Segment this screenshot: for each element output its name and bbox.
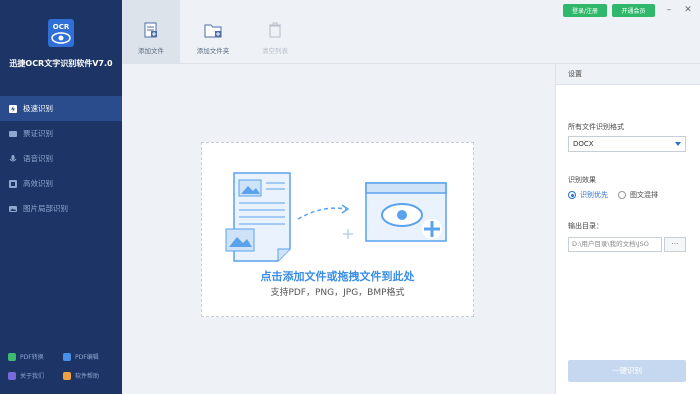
sidebar-nav: 极速识别 票证识别 语音识别 高效识别 图片局部识别 bbox=[0, 96, 122, 221]
browse-button[interactable]: ··· bbox=[664, 237, 686, 252]
trash-icon bbox=[268, 22, 282, 40]
login-button[interactable]: 登录/注册 bbox=[563, 4, 607, 17]
pdf-edit-icon bbox=[63, 352, 71, 361]
effect-option-mixed-layout[interactable]: 图文混排 bbox=[618, 190, 658, 200]
ticket-icon bbox=[8, 129, 18, 139]
clear-list-button[interactable]: 清空列表 bbox=[246, 0, 304, 64]
about-icon bbox=[8, 371, 16, 380]
close-icon[interactable]: ✕ bbox=[682, 4, 694, 16]
format-value: DOCX bbox=[573, 140, 594, 148]
radio-checked-icon bbox=[568, 191, 576, 199]
format-label: 所有文件识别格式 bbox=[568, 123, 624, 131]
pdf-edit-link[interactable]: PDF编辑 bbox=[63, 352, 118, 361]
pdf-edit-label: PDF编辑 bbox=[75, 354, 99, 361]
logo-text: OCR bbox=[53, 23, 70, 31]
speed-icon bbox=[8, 179, 18, 189]
drop-illustration-icon bbox=[225, 172, 447, 262]
sidebar-item-label: 图片局部识别 bbox=[23, 204, 68, 213]
pdf-convert-label: PDF转换 bbox=[20, 354, 44, 361]
help-link[interactable]: 软件帮助 bbox=[63, 371, 118, 380]
clear-list-label: 清空列表 bbox=[262, 47, 288, 55]
settings-panel: 设置 所有文件识别格式 DOCX 识别效果 识别优先 图文混排 输出目录： D:… bbox=[555, 64, 700, 394]
add-folder-label: 添加文件夹 bbox=[196, 47, 230, 55]
sidebar-item-label: 语音识别 bbox=[23, 154, 53, 163]
effect-radio-group: 识别优先 图文混排 bbox=[568, 190, 668, 200]
settings-title: 设置 bbox=[556, 64, 700, 85]
app-title: 迅捷OCR文字识别软件V7.0 bbox=[9, 59, 113, 68]
vip-label: 开通会员 bbox=[621, 8, 646, 15]
sidebar-item-ticket-recognition[interactable]: 票证识别 bbox=[0, 121, 122, 146]
minimize-icon[interactable]: – bbox=[663, 4, 675, 16]
drop-main-text: 点击添加文件或拖拽文件到此处 bbox=[260, 270, 415, 283]
about-link[interactable]: 关于我们 bbox=[8, 371, 63, 380]
sidebar-item-label: 极速识别 bbox=[23, 104, 53, 113]
add-folder-icon bbox=[204, 22, 222, 40]
pdf-convert-link[interactable]: PDF转换 bbox=[8, 352, 63, 361]
file-drop-zone[interactable]: 点击添加文件或拖拽文件到此处 支持PDF，PNG，JPG，BMP格式 bbox=[201, 142, 474, 317]
effect-label: 识别效果 bbox=[568, 176, 596, 184]
start-recognition-button[interactable]: 一键识别 bbox=[568, 360, 686, 382]
image-crop-icon bbox=[8, 204, 18, 214]
add-folder-button[interactable]: 添加文件夹 bbox=[184, 0, 242, 64]
help-icon bbox=[63, 371, 71, 380]
sidebar-item-voice-recognition[interactable]: 语音识别 bbox=[0, 146, 122, 171]
effect-option-label: 识别优先 bbox=[580, 191, 608, 199]
about-label: 关于我们 bbox=[20, 373, 45, 380]
lightning-icon bbox=[8, 104, 18, 114]
add-file-button[interactable]: 添加文件 bbox=[122, 0, 180, 64]
sidebar-item-label: 票证识别 bbox=[23, 129, 53, 138]
add-file-icon bbox=[143, 22, 159, 40]
sidebar-item-efficient-recognition[interactable]: 高效识别 bbox=[0, 171, 122, 196]
help-label: 软件帮助 bbox=[75, 373, 100, 380]
vip-button[interactable]: 开通会员 bbox=[612, 4, 655, 17]
effect-option-label: 图文混排 bbox=[630, 191, 658, 199]
add-file-label: 添加文件 bbox=[138, 47, 164, 55]
sidebar-item-label: 高效识别 bbox=[23, 179, 53, 188]
pdf-convert-icon bbox=[8, 352, 16, 361]
drop-sub-text: 支持PDF，PNG，JPG，BMP格式 bbox=[270, 288, 405, 298]
output-directory-field[interactable]: D:\用户目录\我的文档\JSO bbox=[568, 237, 662, 252]
output-label: 输出目录： bbox=[568, 222, 603, 230]
radio-unchecked-icon bbox=[618, 191, 626, 199]
effect-option-recognition-first[interactable]: 识别优先 bbox=[568, 190, 608, 200]
sidebar-item-image-partial-recognition[interactable]: 图片局部识别 bbox=[0, 196, 122, 221]
format-select[interactable]: DOCX bbox=[568, 136, 686, 152]
ocr-logo-icon: OCR bbox=[47, 18, 75, 48]
microphone-icon bbox=[8, 154, 18, 164]
sidebar-item-fast-recognition[interactable]: 极速识别 bbox=[0, 96, 122, 121]
chevron-down-icon bbox=[675, 142, 681, 146]
file-list-area: 点击添加文件或拖拽文件到此处 支持PDF，PNG，JPG，BMP格式 bbox=[122, 64, 555, 394]
sidebar: OCR 迅捷OCR文字识别软件V7.0 极速识别 票证识别 语音识别 高效识别 … bbox=[0, 0, 122, 394]
sidebar-footer: PDF转换 PDF编辑 关于我们 软件帮助 bbox=[8, 352, 118, 380]
